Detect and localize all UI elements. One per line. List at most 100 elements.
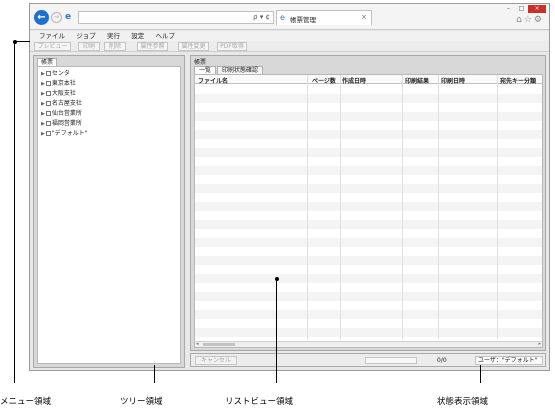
menu-run[interactable]: 実行	[107, 31, 120, 41]
table-row[interactable]	[195, 166, 542, 175]
tree-item[interactable]: ▶ 東京本社	[41, 80, 76, 88]
expand-icon[interactable]: ▶	[41, 71, 45, 77]
delete-button[interactable]: 削除	[104, 42, 126, 51]
tree-item[interactable]: ▶ 名古屋支社	[41, 100, 82, 108]
table-row[interactable]	[195, 157, 542, 166]
table-row[interactable]	[195, 148, 542, 157]
scroll-left-icon[interactable]: ◂	[196, 341, 199, 347]
tree-item-label: "デフォルト"	[51, 130, 88, 137]
checkbox-icon[interactable]	[45, 71, 51, 76]
expand-icon[interactable]: ▶	[41, 111, 45, 117]
table-row[interactable]	[195, 184, 542, 193]
callout-line	[14, 41, 30, 42]
column-divider	[307, 75, 308, 339]
checkbox-icon[interactable]	[45, 111, 51, 116]
scroll-thumb[interactable]	[203, 343, 235, 346]
table-row[interactable]	[195, 274, 542, 283]
table-row[interactable]	[195, 94, 542, 103]
tree-item[interactable]: ▶ センタ	[41, 70, 70, 78]
table-row[interactable]	[195, 256, 542, 265]
forward-icon[interactable]: →	[51, 12, 62, 23]
table-row[interactable]	[195, 292, 542, 301]
table-row[interactable]	[195, 328, 542, 337]
table-row[interactable]	[195, 202, 542, 211]
preview-button[interactable]: プレビュー	[34, 42, 71, 51]
tree-item-label: センタ	[51, 70, 70, 77]
table-row[interactable]	[195, 220, 542, 229]
column-header[interactable]: 印刷日時	[441, 76, 465, 85]
list-grid[interactable]: ファイル名 ページ数 作成日時 印刷結果 印刷日時 宛先キー分類 ◂ ▸	[194, 74, 543, 348]
table-row[interactable]	[195, 301, 542, 310]
tab-print-status[interactable]: 印刷状態確認	[217, 66, 264, 74]
print-button[interactable]: 印刷	[78, 42, 100, 51]
table-row[interactable]	[195, 175, 542, 184]
table-row[interactable]	[195, 193, 542, 202]
progress-count: 0/0	[437, 357, 447, 364]
table-row[interactable]	[195, 130, 542, 139]
tree-item[interactable]: ▶ "デフォルト"	[41, 130, 87, 138]
back-icon[interactable]: ←	[34, 10, 49, 25]
checkbox-icon[interactable]	[45, 101, 51, 106]
table-row[interactable]	[195, 121, 542, 130]
tree-item[interactable]: ▶ 福岡営業所	[41, 120, 82, 128]
table-row[interactable]	[195, 247, 542, 256]
caption-menu-area: メニュー領域	[0, 397, 52, 407]
table-row[interactable]	[195, 103, 542, 112]
table-row[interactable]	[195, 283, 542, 292]
table-row[interactable]	[195, 85, 542, 94]
view-attributes-button[interactable]: 属性参照	[137, 42, 168, 51]
application-window: ← → e ρ ▾ ¢ e 帳票管理 × – □ × ⌂☆⚙ ファイル ジョブ 実行…	[29, 3, 550, 371]
caption-list-area: リストビュー領域	[225, 397, 294, 407]
checkbox-icon[interactable]	[45, 121, 51, 126]
column-header[interactable]: 作成日時	[342, 76, 366, 85]
menu-job[interactable]: ジョブ	[76, 31, 96, 41]
callout-line	[480, 365, 481, 383]
horizontal-scrollbar[interactable]: ◂ ▸	[195, 341, 542, 347]
change-attributes-button[interactable]: 属性変更	[178, 42, 209, 51]
column-header[interactable]: ファイル名	[198, 76, 228, 85]
checkbox-icon[interactable]	[45, 81, 51, 86]
menu-help[interactable]: ヘルプ	[155, 31, 175, 41]
get-pdf-button[interactable]: PDF取得	[217, 42, 247, 51]
address-tools[interactable]: ρ ▾ ¢	[253, 13, 270, 21]
checkbox-icon[interactable]	[45, 131, 51, 136]
tree-tab[interactable]: 帳票	[37, 58, 57, 66]
close-tab-icon[interactable]: ×	[361, 13, 367, 21]
table-row[interactable]	[195, 229, 542, 238]
browser-tab[interactable]: e 帳票管理 ×	[276, 10, 372, 25]
column-divider	[438, 75, 439, 339]
expand-icon[interactable]: ▶	[41, 121, 45, 127]
table-row[interactable]	[195, 310, 542, 319]
grid-header: ファイル名 ページ数 作成日時 印刷結果 印刷日時 宛先キー分類	[195, 75, 542, 85]
table-row[interactable]	[195, 319, 542, 328]
column-header[interactable]: 宛先キー分類	[500, 76, 536, 85]
tree-item[interactable]: ▶ 仙台営業所	[41, 110, 82, 118]
checkbox-icon[interactable]	[45, 91, 51, 96]
tree-item-label: 仙台営業所	[51, 110, 82, 117]
home-star-gear-icons[interactable]: ⌂☆⚙	[516, 15, 544, 25]
toolbar: プレビュー 印刷 削除 属性参照 属性変更 PDF取得	[30, 41, 549, 52]
expand-icon[interactable]: ▶	[41, 101, 45, 107]
tab-list[interactable]: 一覧	[194, 66, 217, 74]
table-row[interactable]	[195, 211, 542, 220]
expand-icon[interactable]: ▶	[41, 131, 45, 137]
column-divider	[402, 75, 403, 339]
cancel-button[interactable]: キャンセル	[195, 356, 237, 365]
tree-item[interactable]: ▶ 大阪支社	[41, 90, 76, 98]
expand-icon[interactable]: ▶	[41, 81, 45, 87]
address-bar[interactable]: ρ ▾ ¢	[78, 11, 274, 24]
maximize-icon[interactable]: □	[515, 5, 528, 13]
expand-icon[interactable]: ▶	[41, 91, 45, 97]
scroll-right-icon[interactable]: ▸	[538, 341, 541, 347]
table-row[interactable]	[195, 139, 542, 148]
close-icon[interactable]: ×	[528, 5, 546, 13]
table-row[interactable]	[195, 112, 542, 121]
minimize-icon[interactable]: –	[502, 5, 515, 13]
tree-item-label: 福岡営業所	[51, 120, 82, 127]
menu-settings[interactable]: 設定	[131, 31, 144, 41]
menu-file[interactable]: ファイル	[39, 31, 65, 41]
column-header[interactable]: 印刷結果	[405, 76, 429, 85]
table-row[interactable]	[195, 265, 542, 274]
table-row[interactable]	[195, 238, 542, 247]
column-header[interactable]: ページ数	[312, 76, 336, 85]
